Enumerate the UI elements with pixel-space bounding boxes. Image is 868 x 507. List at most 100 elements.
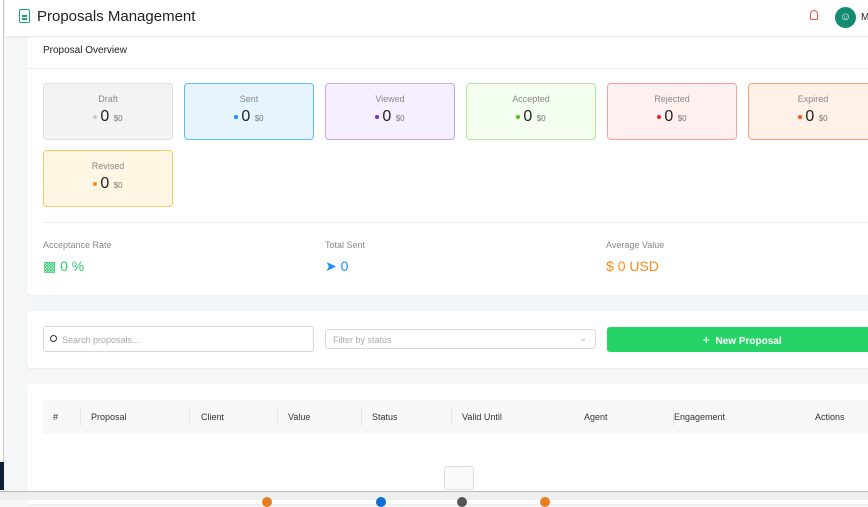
stat-value-row: ▩ 0 % [43, 258, 112, 275]
status-value: 0 $0 [185, 108, 313, 126]
status-card-viewed[interactable]: Viewed 0 $0 [325, 83, 455, 140]
status-label: Expired [797, 94, 829, 104]
status-label: Draft [98, 94, 118, 104]
status-label: Viewed [375, 94, 405, 104]
dollar-icon: $ [606, 258, 614, 274]
send-icon: ➤ [325, 258, 337, 274]
column-header: Valid Until [462, 412, 502, 422]
status-label: Accepted [512, 94, 550, 104]
column-separator [80, 408, 81, 426]
status-amount: $0 [254, 114, 264, 123]
status-placeholder: Filter by status [333, 335, 392, 345]
user-name[interactable]: Ma [861, 12, 868, 23]
status-dot-icon [93, 114, 98, 119]
status-label: Revised [91, 161, 125, 171]
status-card-expired[interactable]: Expired 0 $0 [748, 83, 868, 140]
status-amount: $0 [113, 181, 123, 190]
status-value: 0 $0 [44, 175, 172, 193]
stat-label: Acceptance Rate [43, 240, 112, 250]
status-count: 0 [805, 108, 815, 125]
avatar[interactable]: ☺ [835, 7, 856, 28]
status-dot-icon [516, 114, 521, 119]
column-header: # [53, 412, 59, 422]
top-header: Proposals Management ☺ Ma [5, 0, 868, 36]
bar-chart-icon: ▩ [43, 258, 57, 274]
stat-value-row: $ 0 USD [606, 258, 664, 274]
status-count: 0 [241, 108, 251, 125]
stat-acceptance-rate: Acceptance Rate ▩ 0 % [43, 240, 112, 275]
column-header: Agent [584, 412, 608, 422]
chevron-down-icon: ⌄ [579, 333, 587, 343]
column-separator [673, 408, 674, 426]
status-value: 0 $0 [44, 108, 172, 126]
taskbar [0, 491, 868, 507]
search-placeholder: Search proposals... [62, 335, 140, 345]
status-card-revised[interactable]: Revised 0 $0 [43, 150, 173, 207]
proposals-table-card: # Proposal Client Value Status Valid Until Age… [27, 384, 868, 504]
column-separator [277, 408, 278, 426]
column-header: Actions [815, 412, 845, 422]
status-count: 0 [664, 108, 674, 125]
table-header: # Proposal Client Value Status Valid Until Age… [43, 400, 868, 434]
status-value: 0 $0 [749, 108, 868, 126]
stat-value: 0 USD [617, 258, 659, 274]
status-amount: $0 [818, 114, 828, 123]
status-card-sent[interactable]: Sent 0 $0 [184, 83, 314, 140]
status-dot-icon [798, 114, 803, 119]
status-value: 0 $0 [326, 108, 454, 126]
search-input[interactable]: Search proposals... [43, 326, 314, 352]
status-filter-select[interactable]: Filter by status ⌄ [325, 329, 596, 349]
column-separator [189, 408, 190, 426]
search-icon [50, 335, 57, 342]
status-amount: $0 [536, 114, 546, 123]
taskbar-app-icon[interactable] [457, 497, 467, 507]
new-proposal-label: New Proposal [715, 336, 782, 347]
status-label: Sent [239, 94, 259, 104]
stat-total-sent: Total Sent ➤ 0 [325, 240, 365, 275]
status-amount: $0 [113, 114, 123, 123]
taskbar-app-icon[interactable] [376, 497, 386, 507]
status-label: Rejected [654, 94, 690, 104]
stat-label: Total Sent [325, 240, 366, 250]
page-title: Proposals Management [37, 8, 196, 25]
status-count: 0 [523, 108, 533, 125]
filter-card: Search proposals... Filter by status ⌄ + … [27, 311, 868, 368]
status-amount: $0 [677, 114, 687, 123]
column-separator [451, 408, 452, 426]
status-dot-icon [234, 114, 239, 119]
column-header: Status [372, 412, 398, 422]
divider [43, 222, 868, 223]
status-amount: $0 [395, 114, 405, 123]
status-count: 0 [100, 175, 110, 192]
stat-value-row: ➤ 0 [325, 258, 365, 275]
column-header: Proposal [91, 412, 127, 422]
status-card-rejected[interactable]: Rejected 0 $0 [607, 83, 737, 140]
stat-label: Average Value [606, 240, 665, 250]
taskbar-app-icon[interactable] [540, 497, 550, 507]
bell-icon[interactable] [810, 10, 818, 20]
plus-icon: + [702, 332, 710, 347]
status-dot-icon [657, 114, 662, 119]
status-dot-icon [93, 181, 98, 186]
empty-inbox-icon [444, 466, 474, 490]
taskbar-app-icon[interactable] [262, 497, 272, 507]
stat-average-value: Average Value $ 0 USD [606, 240, 664, 274]
column-header: Engagement [674, 412, 726, 422]
status-card-draft[interactable]: Draft 0 $0 [43, 83, 173, 140]
left-edge [0, 0, 4, 500]
column-header: Client [201, 412, 225, 422]
sidebar-fragment [0, 462, 4, 490]
proposal-overview-card: Proposal Overview Draft 0 $0 Sent 0 $0 Viewe… [27, 37, 868, 295]
column-header: Value [288, 412, 311, 422]
status-count: 0 [382, 108, 392, 125]
status-card-accepted[interactable]: Accepted 0 $0 [466, 83, 596, 140]
overview-title: Proposal Overview [43, 45, 127, 56]
status-dot-icon [375, 114, 380, 119]
column-separator [361, 408, 362, 426]
document-icon [19, 9, 30, 23]
new-proposal-button[interactable]: + New Proposal [607, 327, 868, 352]
stat-value: 0 % [60, 258, 85, 274]
status-count: 0 [100, 108, 110, 125]
stat-value: 0 [340, 258, 349, 274]
divider [27, 68, 868, 69]
